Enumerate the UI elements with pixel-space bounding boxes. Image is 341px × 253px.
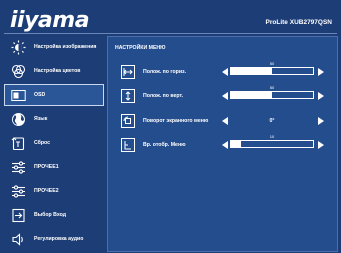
language-globe-icon (11, 112, 26, 127)
decrease-arrow-icon[interactable] (222, 68, 228, 76)
decrease-arrow-icon[interactable] (222, 141, 228, 149)
audio-icon (11, 232, 26, 247)
sidebar-item-label: ПРОЧЕЕ1 (34, 164, 59, 170)
increase-arrow-icon[interactable] (318, 92, 324, 100)
rotation-value: 0° (269, 118, 275, 124)
sidebar-item-input-select[interactable]: Выбор Вход (4, 204, 104, 226)
setting-row-horizontal-position[interactable]: Полож. по гориз. 50 (108, 61, 337, 81)
input-select-icon (11, 208, 26, 223)
sidebar-item-label: ПРОЧЕЕ2 (34, 188, 59, 194)
color-settings-icon (11, 64, 26, 79)
sidebar-item-color-settings[interactable]: Настройка цветов (4, 60, 104, 82)
increase-arrow-icon[interactable] (318, 117, 324, 125)
menu-settings-panel: НАСТРОЙКИ МЕНЮ Полож. по гориз. 50 Полож… (107, 36, 338, 252)
sidebar-item-label: OSD (34, 92, 46, 98)
setting-label: Поворот экранного меню (143, 118, 209, 124)
increase-arrow-icon[interactable] (318, 141, 324, 149)
osd-window: iiyama ProLite XUB2797QSN Настройка изоб… (0, 0, 341, 253)
slider-value: 50 (269, 61, 275, 66)
setting-label: Полож. по верт. (143, 93, 184, 99)
misc2-icon (11, 184, 26, 199)
sidebar-menu: Настройка изображения Настройка цветов O… (4, 36, 104, 251)
sidebar-item-label: Регулировка аудио (34, 236, 84, 242)
slider-value: 10 (269, 134, 275, 139)
misc1-icon (11, 160, 26, 175)
decrease-arrow-icon[interactable] (222, 117, 228, 125)
slider-empty (272, 92, 313, 98)
sidebar-item-misc1[interactable]: ПРОЧЕЕ1 (4, 156, 104, 178)
vertical-position-slider[interactable] (230, 91, 314, 99)
sidebar-item-label: Настройка цветов (34, 68, 81, 74)
slider-empty (272, 68, 313, 74)
sidebar-item-misc2[interactable]: ПРОЧЕЕ2 (4, 180, 104, 202)
sidebar-item-language[interactable]: Язык (4, 108, 104, 130)
picture-adjust-icon (11, 40, 26, 55)
osd-rotation-icon (121, 114, 135, 128)
osd-icon (11, 88, 26, 103)
reset-icon (11, 136, 26, 151)
sidebar-item-audio[interactable]: Регулировка аудио (4, 228, 104, 250)
vertical-position-icon (121, 89, 135, 103)
sidebar-item-reset[interactable]: Сброс (4, 132, 104, 154)
brand-logo: iiyama (10, 8, 90, 33)
slider-empty (240, 141, 313, 147)
model-name: ProLite XUB2797QSN (265, 19, 332, 26)
decrease-arrow-icon[interactable] (222, 92, 228, 100)
setting-label: Полож. по гориз. (143, 69, 187, 75)
panel-title: НАСТРОЙКИ МЕНЮ (115, 45, 166, 51)
increase-arrow-icon[interactable] (318, 68, 324, 76)
sidebar-item-label: Выбор Вход (34, 212, 66, 218)
sidebar-item-label: Сброс (34, 140, 51, 146)
sidebar-item-label: Настройка изображения (34, 44, 97, 50)
setting-row-osd-rotation[interactable]: Поворот экранного меню 0° (108, 114, 337, 130)
menu-timer-icon (121, 138, 135, 152)
setting-label: Вр. отобр. Меню (143, 142, 186, 148)
setting-row-menu-timer[interactable]: Вр. отобр. Меню 10 (108, 134, 337, 154)
sidebar-item-picture-adjust[interactable]: Настройка изображения (4, 36, 104, 58)
sidebar-item-label: Язык (34, 116, 48, 122)
horizontal-position-icon (121, 65, 135, 79)
horizontal-position-slider[interactable] (230, 67, 314, 75)
header-divider (4, 33, 337, 34)
setting-row-vertical-position[interactable]: Полож. по верт. 50 (108, 85, 337, 105)
slider-value: 50 (269, 85, 275, 90)
menu-timer-slider[interactable] (230, 140, 314, 148)
sidebar-item-osd[interactable]: OSD (4, 84, 104, 106)
